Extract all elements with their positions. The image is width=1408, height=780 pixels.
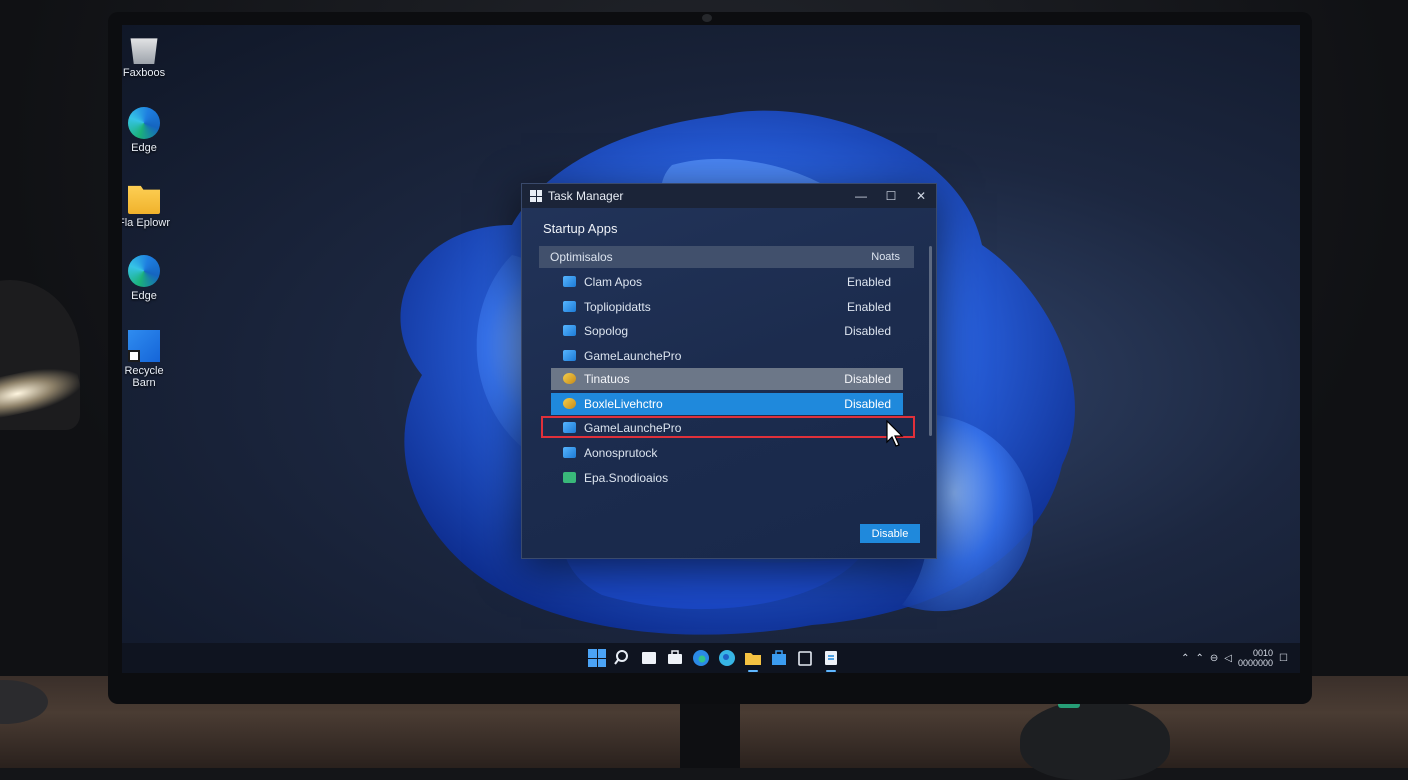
store-icon[interactable] [770, 649, 788, 667]
app-name: Topliopidatts [584, 300, 651, 314]
desktop-icon-recycle-bin[interactable]: Faxboos [122, 32, 173, 79]
app-icon [563, 276, 576, 287]
network-icon[interactable]: ⊖ [1210, 653, 1218, 664]
column-header-name[interactable]: Optimisalos [550, 250, 613, 264]
app-icon [563, 373, 576, 384]
chevron-up-icon[interactable]: ⌃ [1181, 653, 1189, 664]
desktop-icon-label: Faxboos [122, 67, 166, 79]
file-icon[interactable] [640, 649, 658, 667]
app-icon [563, 472, 576, 483]
mouse-cursor-icon [886, 420, 904, 447]
webcam [702, 14, 712, 22]
clock-time: 0010 [1253, 648, 1274, 658]
minimize-button[interactable]: — [846, 189, 876, 203]
app-status: Disabled [844, 372, 891, 386]
app-name: Aonosprutock [584, 446, 658, 460]
recycle-bin-icon [128, 330, 160, 362]
app-icon [563, 350, 576, 361]
section-heading: Startup Apps [543, 221, 618, 236]
window-titlebar[interactable]: Task Manager — ☐ ✕ [522, 184, 936, 208]
folder-icon [128, 185, 160, 214]
desktop-screen: Faxboos Edge Fla Eplowr Edge Recycle Bar… [122, 25, 1300, 673]
edge-icon[interactable] [692, 649, 710, 667]
task-manager-icon[interactable] [822, 649, 840, 672]
disable-button[interactable]: Disable [860, 524, 920, 543]
maximize-button[interactable]: ☐ [876, 189, 906, 203]
app-icon [563, 447, 576, 458]
table-row-hovered[interactable]: Tinatuos Disabled [551, 368, 903, 390]
column-header-status[interactable]: Noats [871, 251, 900, 263]
desktop-icon-edge-2[interactable]: Edge [122, 255, 173, 302]
app-name: GameLaunchePro [584, 349, 682, 363]
notification-icon[interactable]: ☐ [1279, 653, 1288, 664]
desktop-icon-label: Edge [131, 290, 157, 302]
table-header[interactable]: Optimisalos Noats [539, 246, 914, 268]
table-row[interactable]: Aonosprutock [551, 442, 903, 464]
window-title: Task Manager [548, 189, 624, 203]
app-icon [563, 398, 576, 409]
table-row[interactable]: Clam Apos Enabled [551, 271, 903, 293]
folder-icon[interactable] [744, 649, 762, 672]
desktop-icon-edge[interactable]: Edge [122, 107, 173, 154]
app-icon [563, 301, 576, 312]
table-row[interactable]: GameLaunchePro [551, 345, 903, 367]
app-status: Disabled [844, 397, 891, 411]
search-icon[interactable] [614, 649, 632, 667]
recycle-bin-icon [130, 38, 158, 64]
taskbar-apps [588, 649, 840, 672]
app-status: Enabled [846, 300, 891, 314]
table-row[interactable]: Epa.Snodioaios [551, 467, 903, 489]
clipboard-icon[interactable] [796, 649, 814, 667]
chevron-up-icon[interactable]: ⌃ [1196, 653, 1204, 664]
table-row[interactable]: Topliopidatts Enabled [551, 296, 903, 318]
windows-logo-icon [530, 190, 542, 202]
app-name: Sopolog [584, 324, 629, 338]
volume-icon[interactable]: ◁ [1224, 653, 1232, 664]
app-name: Tinatuos [584, 372, 630, 386]
edge-icon[interactable] [718, 649, 736, 667]
table-row-selected[interactable]: BoxleLivehctro Disabled [551, 393, 903, 415]
desktop-icon-label: Edge [131, 142, 157, 154]
edge-icon [128, 107, 160, 139]
desktop-icon-recycle-barn[interactable]: Recycle Barn [122, 330, 173, 389]
briefcase-icon[interactable] [666, 649, 684, 667]
app-status: Disabled [844, 324, 891, 338]
app-name: GameLaunchePro [584, 421, 682, 435]
taskbar: ⌃ ⌃ ⊖ ◁ 0010 0000000 ☐ [122, 643, 1300, 673]
start-icon[interactable] [588, 649, 606, 667]
app-name: BoxleLivehctro [584, 397, 663, 411]
close-button[interactable]: ✕ [906, 189, 936, 203]
monitor-stand [680, 704, 740, 768]
desktop-icon-label: Recycle Barn [124, 365, 164, 389]
desktop-icon-label: Fla Eplowr [122, 217, 170, 229]
app-icon [563, 422, 576, 433]
app-status: Enabled [846, 275, 891, 289]
scrollbar[interactable] [929, 246, 932, 436]
app-name: Clam Apos [584, 275, 643, 289]
clock[interactable]: 0010 0000000 [1238, 648, 1273, 668]
clock-date: 0000000 [1237, 658, 1274, 668]
computer-mouse [1020, 700, 1170, 780]
table-row[interactable]: Sopolog Disabled [551, 320, 903, 342]
edge-icon [128, 255, 160, 287]
app-icon [563, 325, 576, 336]
system-tray: ⌃ ⌃ ⊖ ◁ 0010 0000000 ☐ [1181, 648, 1288, 668]
task-manager-window: Task Manager — ☐ ✕ Startup Apps Optimisa… [521, 183, 937, 559]
table-row[interactable]: GameLaunchePro [551, 417, 903, 439]
app-name: Epa.Snodioaios [584, 471, 669, 485]
desktop-icon-file-explorer[interactable]: Fla Eplowr [122, 182, 173, 229]
